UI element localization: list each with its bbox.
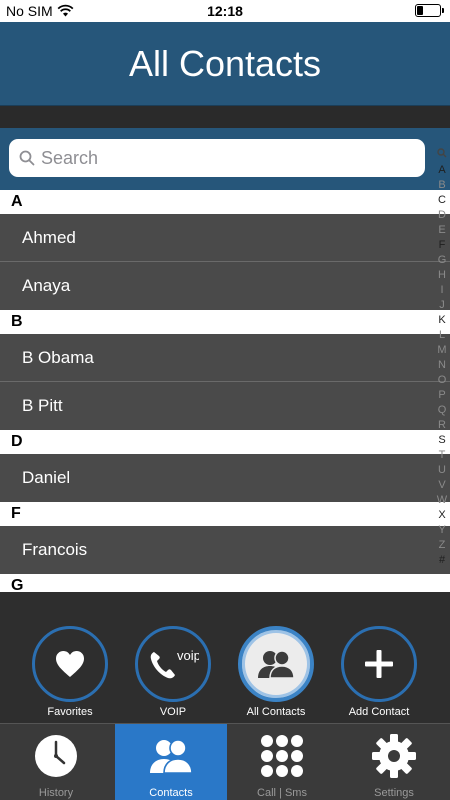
index-letter-a[interactable]: A — [434, 163, 450, 178]
add-contact-label: Add Contact — [348, 706, 410, 718]
voip-phone-icon: voip — [150, 648, 199, 679]
index-letter-l[interactable]: L — [434, 328, 450, 343]
tab-call-sms[interactable]: Call | Sms — [226, 724, 338, 800]
index-letter-e[interactable]: E — [434, 223, 450, 238]
tab-contacts-label: Contacts — [149, 787, 193, 799]
index-search-icon[interactable] — [434, 148, 450, 163]
all-contacts-circle — [238, 626, 314, 702]
index-letter-k[interactable]: K — [434, 313, 450, 328]
plus-icon — [365, 650, 393, 678]
section-header-f: F — [0, 502, 450, 526]
alphabet-index[interactable]: A B C D E F G H I J K L M N O P Q R S T U V W X Y Z # — [434, 148, 450, 568]
index-letter-b[interactable]: B — [434, 178, 450, 193]
index-letter-z[interactable]: Z — [434, 538, 450, 553]
contacts-icon — [150, 739, 193, 774]
quick-actions: Favorites voip VOIP All Contacts Add Con… — [0, 592, 450, 723]
voip-circle: voip — [135, 626, 211, 702]
search-bar — [0, 128, 450, 190]
index-letter-hash[interactable]: # — [434, 553, 450, 568]
keypad-icon — [261, 735, 303, 777]
voip-label: VOIP — [159, 706, 187, 718]
search-input[interactable] — [41, 143, 411, 173]
tab-call-sms-label: Call | Sms — [257, 787, 307, 799]
section-header-g: G — [0, 574, 450, 592]
index-letter-i[interactable]: I — [434, 283, 450, 298]
section-header-b: B — [0, 310, 450, 334]
index-letter-y[interactable]: Y — [434, 523, 450, 538]
search-field[interactable] — [9, 139, 425, 177]
contact-row-b-pitt[interactable]: B Pitt — [0, 382, 450, 430]
gear-icon — [372, 734, 416, 778]
header-divider — [0, 106, 450, 128]
index-letter-t[interactable]: T — [434, 448, 450, 463]
navigation-bar: All Contacts — [0, 22, 450, 106]
clock-time: 12:18 — [207, 3, 243, 19]
contacts-list[interactable]: A Ahmed Anaya B B Obama B Pitt D Daniel … — [0, 190, 450, 592]
index-letter-x[interactable]: X — [434, 508, 450, 523]
heart-icon — [56, 651, 84, 677]
contact-row-daniel[interactable]: Daniel — [0, 454, 450, 502]
battery-fill — [417, 6, 423, 15]
index-letter-v[interactable]: V — [434, 478, 450, 493]
index-letter-w[interactable]: W — [434, 493, 450, 508]
tab-history-label: History — [38, 787, 74, 799]
search-icon — [19, 150, 35, 166]
battery-icon — [415, 4, 444, 17]
index-letter-q[interactable]: Q — [434, 403, 450, 418]
tab-history[interactable]: History — [0, 724, 112, 800]
index-letter-h[interactable]: H — [434, 268, 450, 283]
index-letter-p[interactable]: P — [434, 388, 450, 403]
index-letter-c[interactable]: C — [434, 193, 450, 208]
index-letter-m[interactable]: M — [434, 343, 450, 358]
index-letter-d[interactable]: D — [434, 208, 450, 223]
contact-row-ahmed[interactable]: Ahmed — [0, 214, 450, 262]
section-header-a: A — [0, 190, 450, 214]
index-letter-u[interactable]: U — [434, 463, 450, 478]
index-letter-g[interactable]: G — [434, 253, 450, 268]
clock-icon — [35, 735, 77, 777]
tab-settings-label: Settings — [374, 787, 414, 799]
page-title: All Contacts — [128, 43, 322, 84]
favorites-circle — [32, 626, 108, 702]
all-contacts-label: All Contacts — [246, 706, 306, 718]
tab-bar: History Contacts Call | Sms Settings — [0, 723, 450, 800]
index-letter-s[interactable]: S — [434, 433, 450, 448]
status-bar: No SIM 12:18 — [0, 0, 450, 22]
contact-row-francois[interactable]: Francois — [0, 526, 450, 574]
index-letter-o[interactable]: O — [434, 373, 450, 388]
contacts-icon — [258, 650, 295, 679]
favorites-label: Favorites — [47, 706, 93, 718]
contact-row-b-obama[interactable]: B Obama — [0, 334, 450, 382]
section-header-d: D — [0, 430, 450, 454]
index-letter-n[interactable]: N — [434, 358, 450, 373]
tab-contacts[interactable]: Contacts — [115, 724, 227, 800]
voip-icon-text: voip — [177, 648, 199, 663]
index-letter-f[interactable]: F — [434, 238, 450, 253]
contact-row-anaya[interactable]: Anaya — [0, 262, 450, 310]
index-letter-r[interactable]: R — [434, 418, 450, 433]
add-contact-circle — [341, 626, 417, 702]
index-letter-j[interactable]: J — [434, 298, 450, 313]
tab-settings[interactable]: Settings — [338, 724, 450, 800]
